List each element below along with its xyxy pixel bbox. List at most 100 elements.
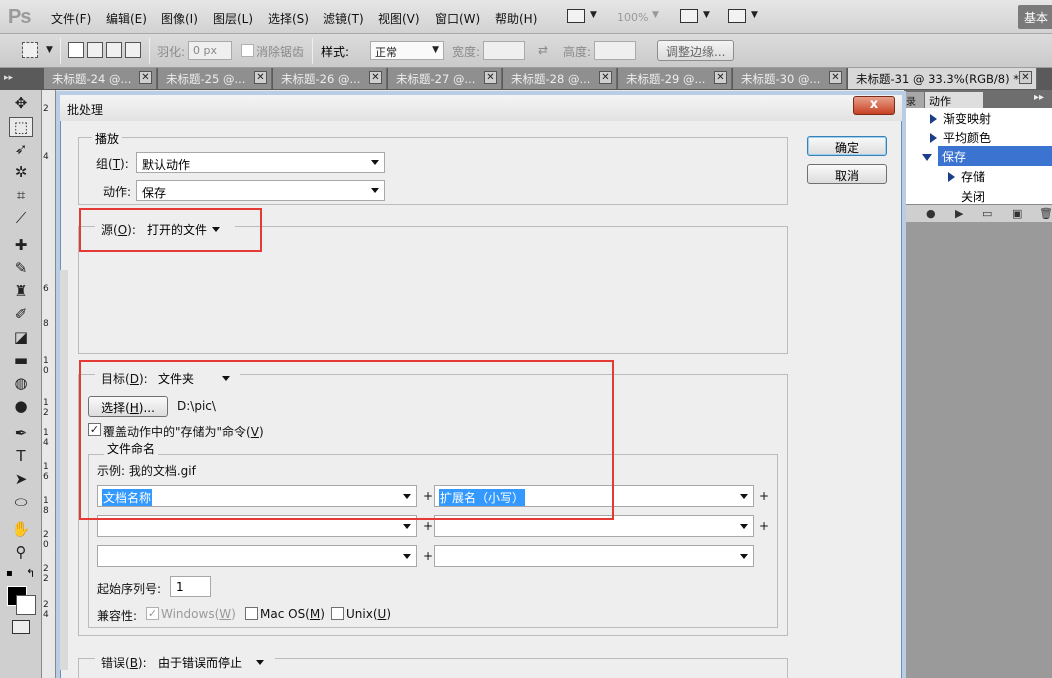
clone-stamp-icon[interactable]: ♜	[9, 282, 33, 302]
menu-window[interactable]: 窗口(W)	[435, 10, 480, 27]
menu-image[interactable]: 图像(I)	[161, 10, 198, 27]
close-icon[interactable]: ✕	[254, 71, 267, 84]
marquee-tool-icon[interactable]	[22, 42, 38, 58]
new-selection-icon[interactable]	[68, 42, 84, 58]
close-icon[interactable]: ✕	[599, 71, 612, 84]
hand-tool-icon[interactable]: ✋	[9, 520, 33, 540]
background-color-swatch[interactable]	[16, 595, 36, 615]
history-brush-icon[interactable]: ✐	[9, 305, 33, 325]
refine-edge-button[interactable]: 调整边缘...	[657, 40, 735, 61]
group-select[interactable]: 默认动作	[136, 152, 385, 173]
swap-icon[interactable]: ⇄	[538, 43, 548, 57]
tab-doc-26[interactable]: 未标题-26 @... ✕	[273, 68, 387, 89]
path-select-icon[interactable]: ➤	[9, 470, 33, 490]
expand-triangle-icon[interactable]	[930, 114, 937, 124]
move-tool-icon[interactable]: ✥	[9, 94, 33, 114]
play-icon[interactable]: ▶	[955, 207, 963, 220]
tab-actions[interactable]: 动作	[925, 92, 983, 108]
collapse-triangle-icon[interactable]	[922, 151, 938, 165]
chevron-down-icon[interactable]: ▼	[46, 45, 53, 55]
width-input[interactable]	[483, 41, 525, 60]
menu-select[interactable]: 选择(S)	[268, 10, 309, 27]
stop-icon[interactable]: ●	[926, 207, 936, 220]
tab-doc-31[interactable]: 未标题-31 @ 33.3%(RGB/8) * ✕	[848, 68, 1037, 89]
action-select[interactable]: 保存	[136, 180, 385, 201]
workspace-switcher[interactable]: 基本	[1018, 5, 1052, 29]
healing-brush-icon[interactable]: ✚	[9, 236, 33, 256]
plus-sign: +	[423, 549, 434, 563]
type-tool-icon[interactable]: T	[9, 447, 33, 467]
menu-filter[interactable]: 滤镜(T)	[323, 10, 364, 27]
panel-menu-icon[interactable]: ▸▸	[1034, 92, 1044, 103]
cancel-button[interactable]: 取消	[807, 164, 887, 184]
new-set-icon[interactable]: ▭	[982, 207, 992, 220]
style-select[interactable]: 正常 ▼	[370, 41, 444, 60]
list-item[interactable]: 存储	[904, 166, 1052, 186]
zoom-level[interactable]: 100%	[617, 11, 648, 24]
default-colors-icon[interactable]: ▪	[6, 568, 13, 579]
tab-doc-24[interactable]: 未标题-24 @... ✕	[44, 68, 157, 89]
tab-doc-27[interactable]: 未标题-27 @... ✕	[388, 68, 502, 89]
dodge-tool-icon[interactable]: ●	[9, 397, 33, 417]
arrange-docs-icon[interactable]	[680, 9, 698, 23]
tab-doc-25[interactable]: 未标题-25 @... ✕	[158, 68, 272, 89]
crop-tool-icon[interactable]: ⌗	[9, 186, 33, 206]
feather-input[interactable]: 0 px	[188, 41, 232, 60]
trash-icon[interactable]: 🗑	[1039, 207, 1052, 220]
quick-mask-icon[interactable]	[12, 620, 30, 634]
error-select[interactable]: 由于错误而停止	[152, 651, 272, 672]
chevron-down-icon[interactable]: ▼	[590, 10, 597, 20]
eraser-icon[interactable]: ◪	[9, 328, 33, 348]
zoom-tool-icon[interactable]: ⚲	[9, 543, 33, 563]
intersect-selection-icon[interactable]	[125, 42, 141, 58]
gradient-tool-icon[interactable]: ▬	[9, 351, 33, 371]
tab-doc-28[interactable]: 未标题-28 @... ✕	[503, 68, 617, 89]
lasso-tool-icon[interactable]: ➶	[9, 140, 33, 160]
magic-wand-icon[interactable]: ✲	[9, 163, 33, 183]
marquee-tool-icon[interactable]: ⬚	[9, 117, 33, 137]
tab-doc-30[interactable]: 未标题-30 @... ✕	[733, 68, 847, 89]
screen-mode-icon[interactable]	[567, 9, 585, 23]
close-icon[interactable]: ✕	[1019, 71, 1032, 84]
tab-doc-29[interactable]: 未标题-29 @... ✕	[618, 68, 732, 89]
expand-triangle-icon[interactable]	[930, 133, 937, 143]
list-item[interactable]: 关闭	[904, 186, 1052, 206]
unix-checkbox[interactable]	[331, 607, 344, 620]
ok-button[interactable]: 确定	[807, 136, 887, 156]
list-item[interactable]: 平均颜色	[904, 127, 1052, 147]
list-item[interactable]: 渐变映射	[904, 108, 1052, 128]
macos-checkbox[interactable]	[245, 607, 258, 620]
chevron-down-icon[interactable]: ▼	[751, 10, 758, 20]
list-item-selected[interactable]: 保存	[938, 146, 1052, 166]
expand-triangle-icon[interactable]	[948, 172, 955, 182]
menu-help[interactable]: 帮助(H)	[495, 10, 537, 27]
menu-layer[interactable]: 图层(L)	[213, 10, 253, 27]
antialias-checkbox[interactable]	[241, 44, 254, 57]
close-icon[interactable]: ✕	[484, 71, 497, 84]
serial-input[interactable]: 1	[170, 576, 211, 597]
close-icon[interactable]: ✕	[829, 71, 842, 84]
close-button[interactable]: x	[853, 96, 895, 115]
new-action-icon[interactable]: ▣	[1012, 207, 1022, 220]
close-icon[interactable]: ✕	[369, 71, 382, 84]
brush-tool-icon[interactable]: ✎	[9, 259, 33, 279]
windows-checkbox[interactable]: ✓	[146, 607, 159, 620]
naming-field-5[interactable]	[97, 545, 417, 567]
menu-edit[interactable]: 编辑(E)	[106, 10, 147, 27]
height-input[interactable]	[594, 41, 636, 60]
add-selection-icon[interactable]	[87, 42, 103, 58]
chevron-down-icon[interactable]: ▼	[703, 10, 710, 20]
swap-colors-icon[interactable]: ↰	[26, 567, 35, 580]
close-icon[interactable]: ✕	[714, 71, 727, 84]
screen-view-icon[interactable]	[728, 9, 746, 23]
pen-tool-icon[interactable]: ✒	[9, 424, 33, 444]
naming-field-6[interactable]	[434, 545, 754, 567]
blur-tool-icon[interactable]: ◍	[9, 374, 33, 394]
subtract-selection-icon[interactable]	[106, 42, 122, 58]
menu-view[interactable]: 视图(V)	[378, 10, 420, 27]
eyedropper-icon[interactable]: ⟋	[9, 209, 33, 229]
menu-file[interactable]: 文件(F)	[51, 10, 91, 27]
close-icon[interactable]: ✕	[139, 71, 152, 84]
tab-history[interactable]: 录	[904, 92, 924, 108]
shape-tool-icon[interactable]: ⬭	[9, 493, 33, 513]
